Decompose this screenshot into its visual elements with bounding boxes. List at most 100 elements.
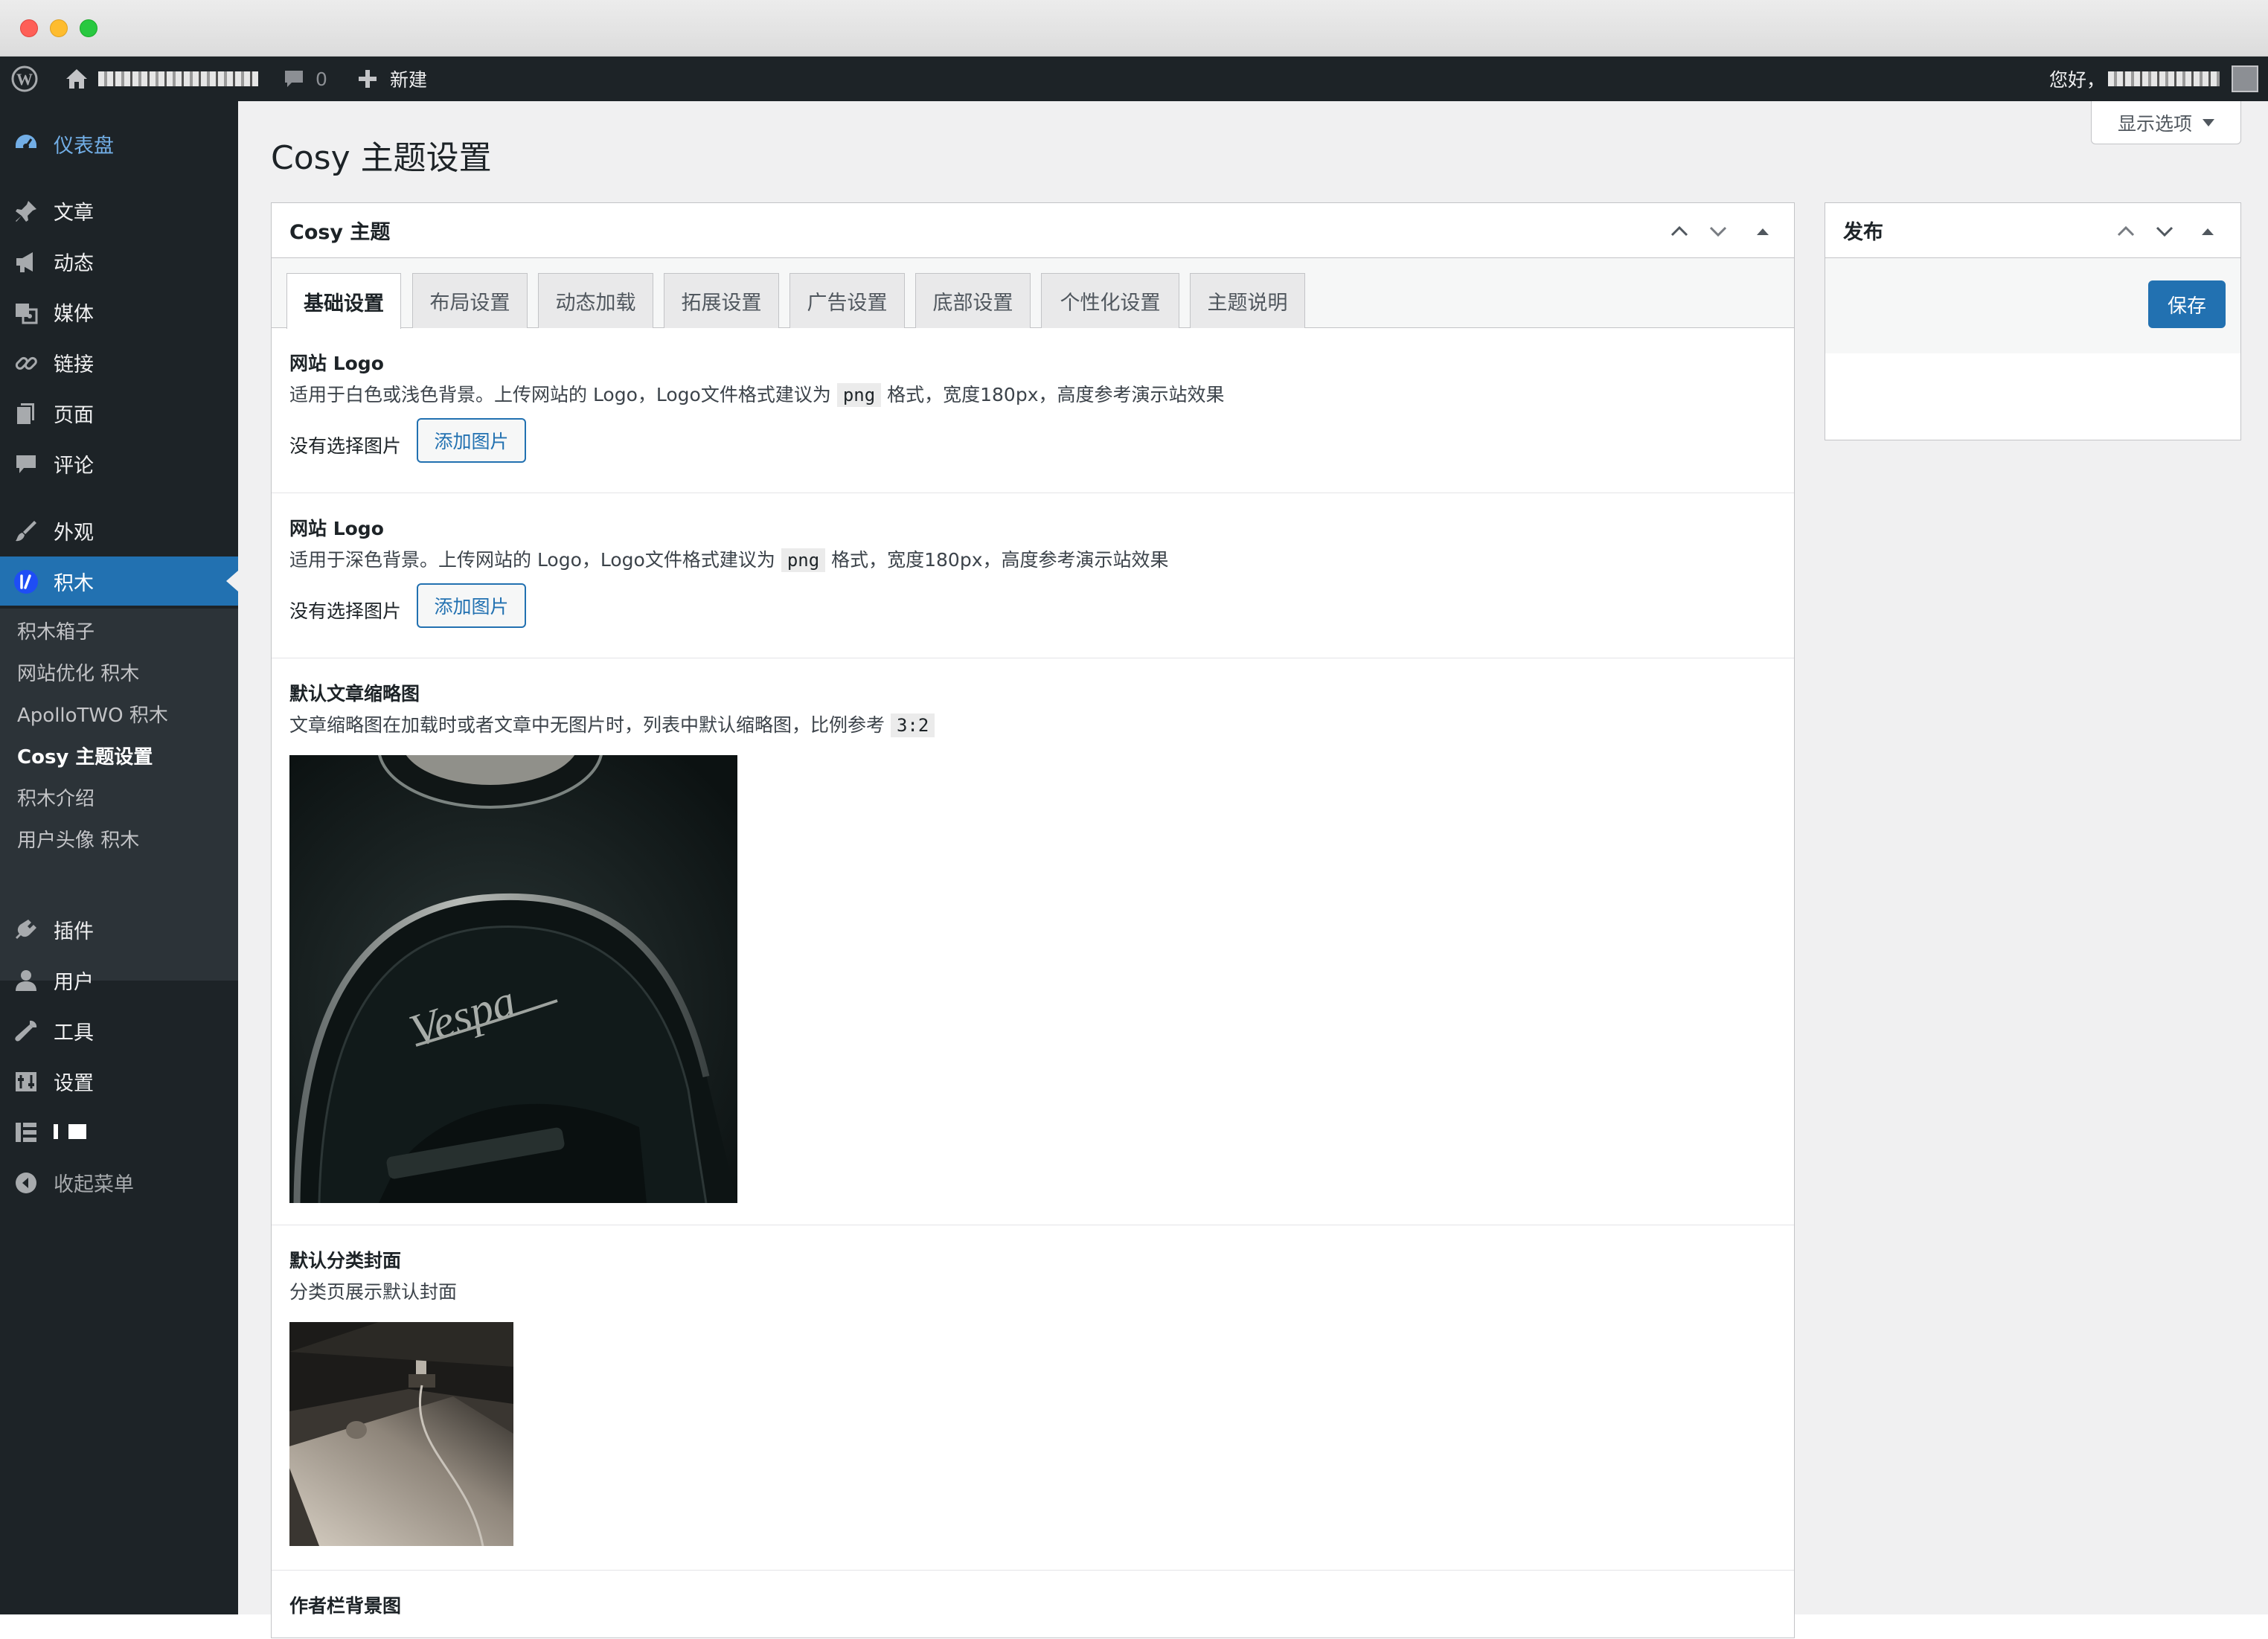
admin-bar: W 0 新建 您好， — [0, 57, 2268, 101]
cosy-theme-postbox: Cosy 主题 基础设置 布局设置 动态加载 拓展设置 广告设置 底部设置 个性… — [271, 202, 1795, 1638]
field-logo-light: 网站 Logo 适用于白色或浅色背景。上传网站的 Logo，Logo文件格式建议… — [272, 328, 1794, 493]
menu-tools[interactable]: 工具 — [0, 1006, 238, 1055]
menu-comments[interactable]: 评论 — [0, 439, 238, 488]
code-snippet: 3:2 — [890, 713, 935, 737]
field-default-thumbnail: 默认文章缩略图 文章缩略图在加载时或者文章中无图片时，列表中默认缩略图，比例参考… — [272, 658, 1794, 1225]
tab-ads[interactable]: 广告设置 — [789, 273, 905, 328]
field-description: 适用于白色或浅色背景。上传网站的 Logo，Logo文件格式建议为 png 格式… — [289, 383, 1225, 407]
close-window-button[interactable] — [20, 19, 38, 37]
menu-links-label: 链接 — [54, 353, 94, 376]
postbox-header: Cosy 主题 — [272, 203, 1794, 258]
menu-media-label: 媒体 — [54, 302, 94, 326]
menu-posts[interactable]: 文章 — [0, 186, 238, 235]
code-snippet: png — [836, 383, 882, 407]
comments-count: 0 — [315, 68, 327, 90]
comments-menu[interactable]: 0 — [283, 57, 327, 101]
field-logo-dark: 网站 Logo 适用于深色背景。上传网站的 Logo，Logo文件格式建议为 p… — [272, 493, 1794, 658]
menu-elementor[interactable] — [0, 1107, 238, 1156]
new-content-menu[interactable]: 新建 — [357, 57, 427, 101]
greeting-text: 您好， — [2049, 69, 2106, 91]
page-title: Cosy 主题设置 — [271, 139, 492, 177]
toggle-panel-icon[interactable] — [1751, 219, 1775, 243]
menu-activity[interactable]: 动态 — [0, 237, 238, 286]
add-image-button[interactable]: 添加图片 — [417, 418, 526, 463]
submenu-jimu-box[interactable]: 积木箱子 — [17, 618, 94, 647]
move-down-icon[interactable] — [1706, 219, 1730, 243]
menu-dashboard[interactable]: 仪表盘 — [0, 119, 238, 168]
menu-settings[interactable]: 设置 — [0, 1056, 238, 1106]
code-snippet: png — [781, 548, 826, 572]
submenu-jimu-intro[interactable]: 积木介绍 — [17, 784, 94, 814]
submenu-apollotwo[interactable]: ApolloTWO 积木 — [17, 701, 168, 731]
site-name-redacted[interactable] — [98, 57, 258, 101]
wrench-icon — [15, 1020, 37, 1042]
media-icon — [16, 304, 38, 324]
menu-jimu[interactable]: 积木 — [0, 557, 238, 606]
submenu-avatar[interactable]: 用户头像 积木 — [17, 826, 139, 856]
no-image-text: 没有选择图片 — [289, 435, 402, 457]
field-description: 分类页展示默认封面 — [289, 1281, 458, 1303]
tab-dynamic-load[interactable]: 动态加载 — [538, 273, 653, 328]
menu-pages-label: 页面 — [54, 403, 94, 427]
save-button[interactable]: 保存 — [2148, 280, 2226, 328]
category-cover-image[interactable] — [289, 1322, 513, 1546]
screen-options-label: 显示选项 — [2117, 112, 2192, 135]
comment-icon — [16, 455, 36, 473]
menu-plugins-label: 插件 — [54, 920, 94, 943]
move-up-icon[interactable] — [2114, 219, 2138, 243]
menu-links[interactable]: 链接 — [0, 338, 238, 387]
menu-pages[interactable]: 页面 — [0, 388, 238, 437]
megaphone-icon — [16, 252, 33, 272]
collapse-arrow-icon — [16, 1173, 36, 1193]
add-image-button[interactable]: 添加图片 — [417, 583, 526, 628]
menu-tools-label: 工具 — [54, 1021, 94, 1045]
plus-icon — [359, 70, 377, 88]
tab-basic[interactable]: 基础设置 — [286, 273, 401, 329]
submenu-seo[interactable]: 网站优化 积木 — [17, 659, 139, 689]
settings-sliders-icon — [16, 1072, 36, 1091]
username-redacted — [2108, 71, 2220, 86]
screen-options-button[interactable]: 显示选项 — [2091, 101, 2241, 144]
menu-users[interactable]: 用户 — [0, 955, 238, 1004]
pin-icon — [16, 201, 36, 222]
menu-jimu-label: 积木 — [54, 571, 94, 595]
tab-extensions[interactable]: 拓展设置 — [664, 273, 779, 328]
user-account-menu[interactable]: 您好， — [2049, 57, 2259, 101]
collapse-menu-button[interactable]: 收起菜单 — [0, 1158, 238, 1207]
default-thumbnail-image[interactable]: Vespa — [289, 755, 737, 1203]
move-up-icon[interactable] — [1668, 219, 1691, 243]
main-content: 显示选项 Cosy 主题设置 Cosy 主题 基础设置 布局设置 动态加载 拓展… — [238, 101, 2268, 1638]
elementor-icon — [16, 1123, 36, 1142]
site-home-icon[interactable] — [64, 57, 89, 101]
submenu-cosy-settings[interactable]: Cosy 主题设置 — [17, 742, 153, 772]
tab-theme-docs[interactable]: 主题说明 — [1190, 273, 1305, 328]
minimize-window-button[interactable] — [50, 19, 68, 37]
zoom-window-button[interactable] — [80, 19, 97, 37]
menu-item-redacted — [54, 1124, 95, 1139]
settings-tabs: 基础设置 布局设置 动态加载 拓展设置 广告设置 底部设置 个性化设置 主题说明 — [272, 258, 1794, 329]
tab-footer[interactable]: 底部设置 — [915, 273, 1031, 328]
collapse-menu-label: 收起菜单 — [54, 1173, 134, 1196]
field-title: 默认文章缩略图 — [289, 683, 420, 705]
no-image-text: 没有选择图片 — [289, 600, 402, 622]
menu-plugins[interactable]: 插件 — [0, 905, 238, 954]
jimu-logo-icon — [14, 570, 38, 594]
field-title: 网站 Logo — [289, 518, 384, 539]
move-down-icon[interactable] — [2153, 219, 2176, 243]
field-title: 默认分类封面 — [289, 1250, 402, 1271]
toggle-panel-icon[interactable] — [2196, 219, 2220, 243]
menu-activity-label: 动态 — [54, 251, 94, 275]
tab-personalization[interactable]: 个性化设置 — [1041, 273, 1179, 328]
menu-dashboard-label: 仪表盘 — [54, 134, 114, 158]
menu-appearance-label: 外观 — [54, 521, 94, 545]
field-description: 适用于深色背景。上传网站的 Logo，Logo文件格式建议为 png 格式，宽度… — [289, 548, 1169, 572]
menu-media[interactable]: 媒体 — [0, 287, 238, 336]
menu-comments-label: 评论 — [54, 454, 94, 478]
wordpress-logo-icon[interactable]: W — [10, 57, 39, 101]
dashboard-gauge-icon — [16, 135, 36, 150]
plug-icon — [16, 920, 36, 939]
window-titlebar — [0, 0, 2268, 57]
tab-layout[interactable]: 布局设置 — [412, 273, 528, 328]
menu-appearance[interactable]: 外观 — [0, 506, 238, 555]
menu-posts-label: 文章 — [54, 201, 94, 225]
